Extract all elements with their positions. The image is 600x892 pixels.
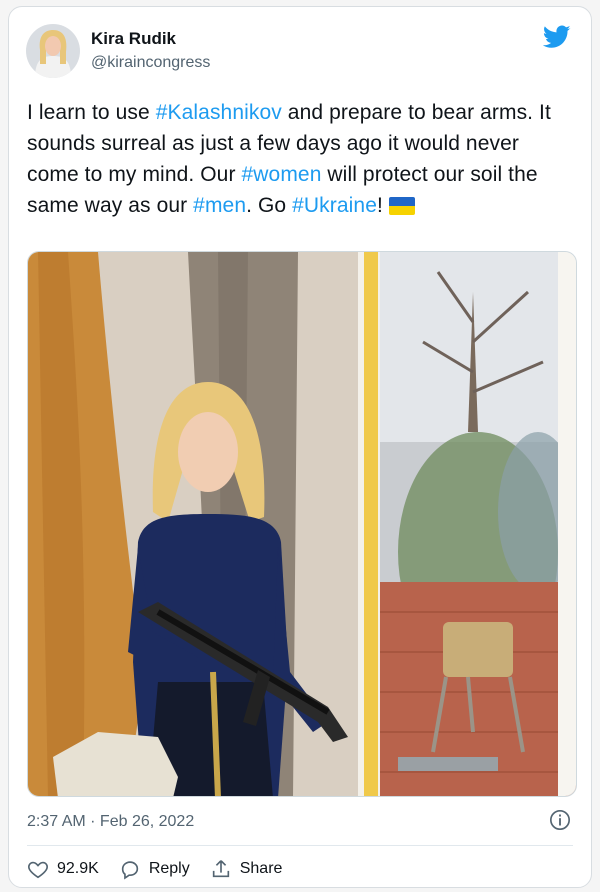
tweet-actions: 92.9K Reply Share xyxy=(27,857,302,881)
hashtag-link[interactable]: #Kalashnikov xyxy=(156,101,282,124)
author-name[interactable]: Kira Rudik xyxy=(91,29,210,49)
info-icon[interactable] xyxy=(549,809,571,831)
tweet-text: I learn to use #Kalashnikov and prepare … xyxy=(27,97,575,221)
hashtag-link[interactable]: #men xyxy=(193,194,246,217)
avatar[interactable] xyxy=(26,24,80,78)
tweet-timestamp[interactable]: 2:37 AM · Feb 26, 2022 xyxy=(27,813,194,831)
divider xyxy=(27,845,573,846)
author-handle[interactable]: @kiraincongress xyxy=(91,53,210,73)
twitter-bird-icon[interactable] xyxy=(542,25,571,49)
tweet-card: Kira Rudik @kiraincongress I learn to us… xyxy=(8,6,592,888)
hashtag-link[interactable]: #women xyxy=(242,163,322,186)
author-info: Kira Rudik @kiraincongress xyxy=(91,29,210,73)
like-button[interactable]: 92.9K xyxy=(27,858,99,880)
like-count: 92.9K xyxy=(57,860,99,877)
heart-icon xyxy=(28,861,48,879)
reply-icon xyxy=(121,861,138,880)
share-label: Share xyxy=(239,860,283,877)
tweet-text-segment: ! xyxy=(376,194,383,217)
tweet-photo[interactable] xyxy=(27,251,577,797)
share-icon xyxy=(212,860,229,878)
tweet-text-segment: . Go xyxy=(246,194,293,217)
share-button[interactable]: Share xyxy=(210,858,283,880)
reply-button[interactable]: Reply xyxy=(119,858,190,880)
ukraine-flag-icon xyxy=(388,197,415,215)
reply-label: Reply xyxy=(148,860,190,877)
hashtag-link[interactable]: #Ukraine xyxy=(292,194,377,217)
tweet-text-segment: I learn to use xyxy=(27,101,156,124)
